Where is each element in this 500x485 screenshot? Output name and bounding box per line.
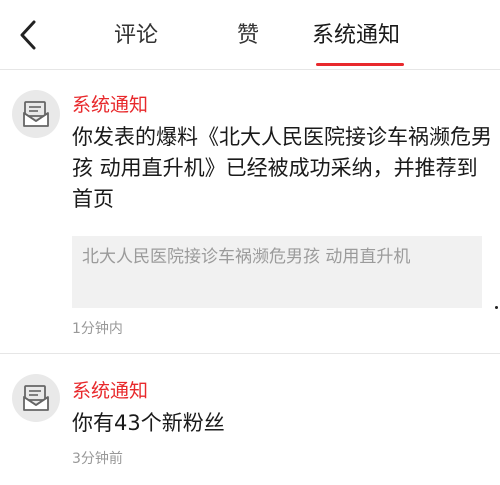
tab-comments[interactable]: 评论 bbox=[114, 20, 158, 52]
avatar bbox=[12, 90, 60, 138]
notification-text: 你发表的爆料《北大人民医院接诊车祸濒危男孩 动用直升机》已经被成功采纳，并推荐到… bbox=[72, 125, 492, 211]
notification-text: 你有43个新粉丝 bbox=[72, 411, 225, 435]
quoted-article[interactable]: 北大人民医院接诊车祸濒危男孩 动用直升机 bbox=[72, 236, 482, 308]
chevron-left-icon bbox=[20, 20, 36, 50]
list-item[interactable]: 系统通知 你有43个新粉丝 3分钟前 bbox=[0, 354, 500, 484]
envelope-icon bbox=[23, 101, 49, 127]
tab-likes[interactable]: 赞 bbox=[237, 20, 259, 52]
sender-name: 系统通知 bbox=[72, 380, 149, 402]
notifications-screen: 评论 赞 系统通知 系统通知 你发表的爆料《北大人民医院接诊车祸濒危男孩 动用直… bbox=[0, 0, 500, 485]
timestamp: 1分钟内 bbox=[72, 321, 123, 337]
scroll-indicator bbox=[495, 306, 498, 309]
envelope-icon bbox=[23, 385, 49, 411]
active-tab-indicator bbox=[316, 63, 404, 66]
tab-system-notifications[interactable]: 系统通知 bbox=[312, 20, 400, 52]
avatar bbox=[12, 374, 60, 422]
timestamp: 3分钟前 bbox=[72, 451, 123, 467]
back-button[interactable] bbox=[14, 18, 44, 52]
list-item[interactable]: 系统通知 你发表的爆料《北大人民医院接诊车祸濒危男孩 动用直升机》已经被成功采纳… bbox=[0, 70, 500, 354]
sender-name: 系统通知 bbox=[72, 94, 149, 116]
top-nav: 评论 赞 系统通知 bbox=[0, 0, 500, 70]
